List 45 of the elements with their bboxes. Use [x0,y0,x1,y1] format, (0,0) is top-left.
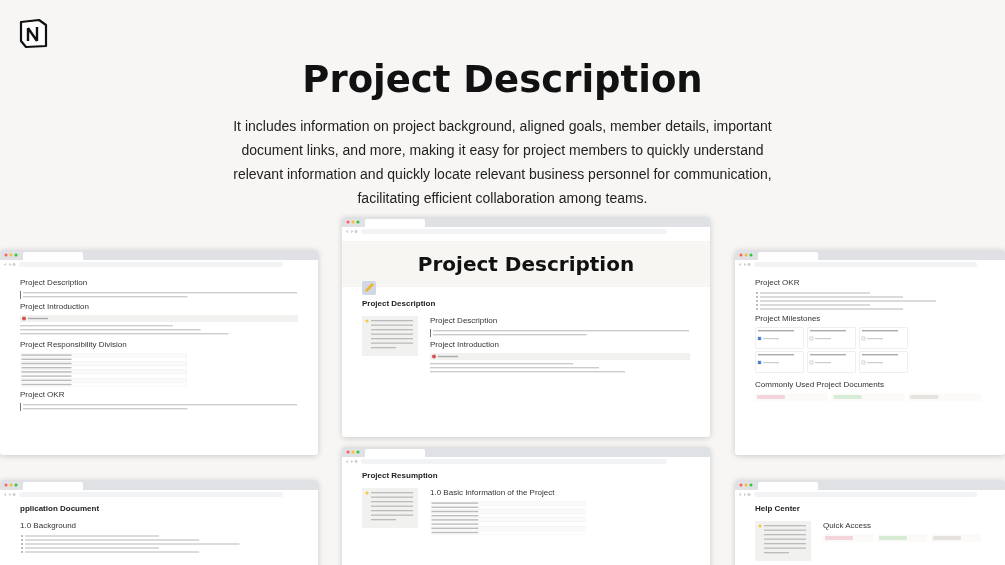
section-heading: Project Description [20,278,89,288]
browser-tab[interactable] [365,219,425,227]
page-title: Project Description [362,299,437,308]
description-text: It includes information on project background, aligned goals, member details, important document links, and more, making it easy for project members to quickly understand relevant information and quickly locate relevant business personnel for communication, facilitating efficient collaboration among teams. [232,117,773,208]
section-heading: Project Milestones [755,314,822,324]
section-heading: Project OKR [20,390,66,400]
navigation-icon[interactable] [4,262,16,266]
browser-tab[interactable] [758,252,818,260]
page-title: Project Resumption [362,471,439,480]
browser-tab[interactable] [758,482,818,490]
window-controls-icon[interactable] [4,483,18,487]
navigation-icon[interactable] [346,229,358,233]
address-bar[interactable] [361,228,667,234]
window-controls-icon[interactable] [4,253,18,257]
section-heading: Project Introduction [20,302,90,312]
navigation-icon[interactable] [739,492,751,496]
navigation-icon[interactable] [4,492,16,496]
address-bar[interactable] [361,458,667,464]
section-heading: Quick Access [823,521,872,531]
logo-icon [18,18,49,49]
pencil-icon [362,281,376,295]
window-controls-icon[interactable] [739,483,753,487]
navigation-icon[interactable] [346,459,358,463]
section-heading: Project Description [430,316,499,326]
page-title: Project Description [302,58,703,102]
window-controls-icon[interactable] [346,450,360,454]
window-controls-icon[interactable] [346,220,360,224]
section-heading: Commonly Used Project Documents [755,380,885,390]
banner-title: Project Description [417,252,635,276]
section-heading: 1.0 Basic Information of the Project [430,488,556,498]
section-heading: 1.0 Background [20,521,78,531]
navigation-icon[interactable] [739,262,751,266]
browser-tab[interactable] [23,252,83,260]
page-title: pplication Document [20,504,101,513]
address-bar[interactable] [19,261,283,267]
browser-tab[interactable] [23,482,83,490]
address-bar[interactable] [19,491,283,497]
section-heading: Project Introduction [430,340,500,350]
window-controls-icon[interactable] [739,253,753,257]
section-heading: Project Responsibility Division [20,340,128,350]
section-heading: Project OKR [755,278,801,288]
address-bar[interactable] [754,261,977,267]
page-title: Help Center [755,504,801,513]
browser-tab[interactable] [365,449,425,457]
address-bar[interactable] [754,491,977,497]
